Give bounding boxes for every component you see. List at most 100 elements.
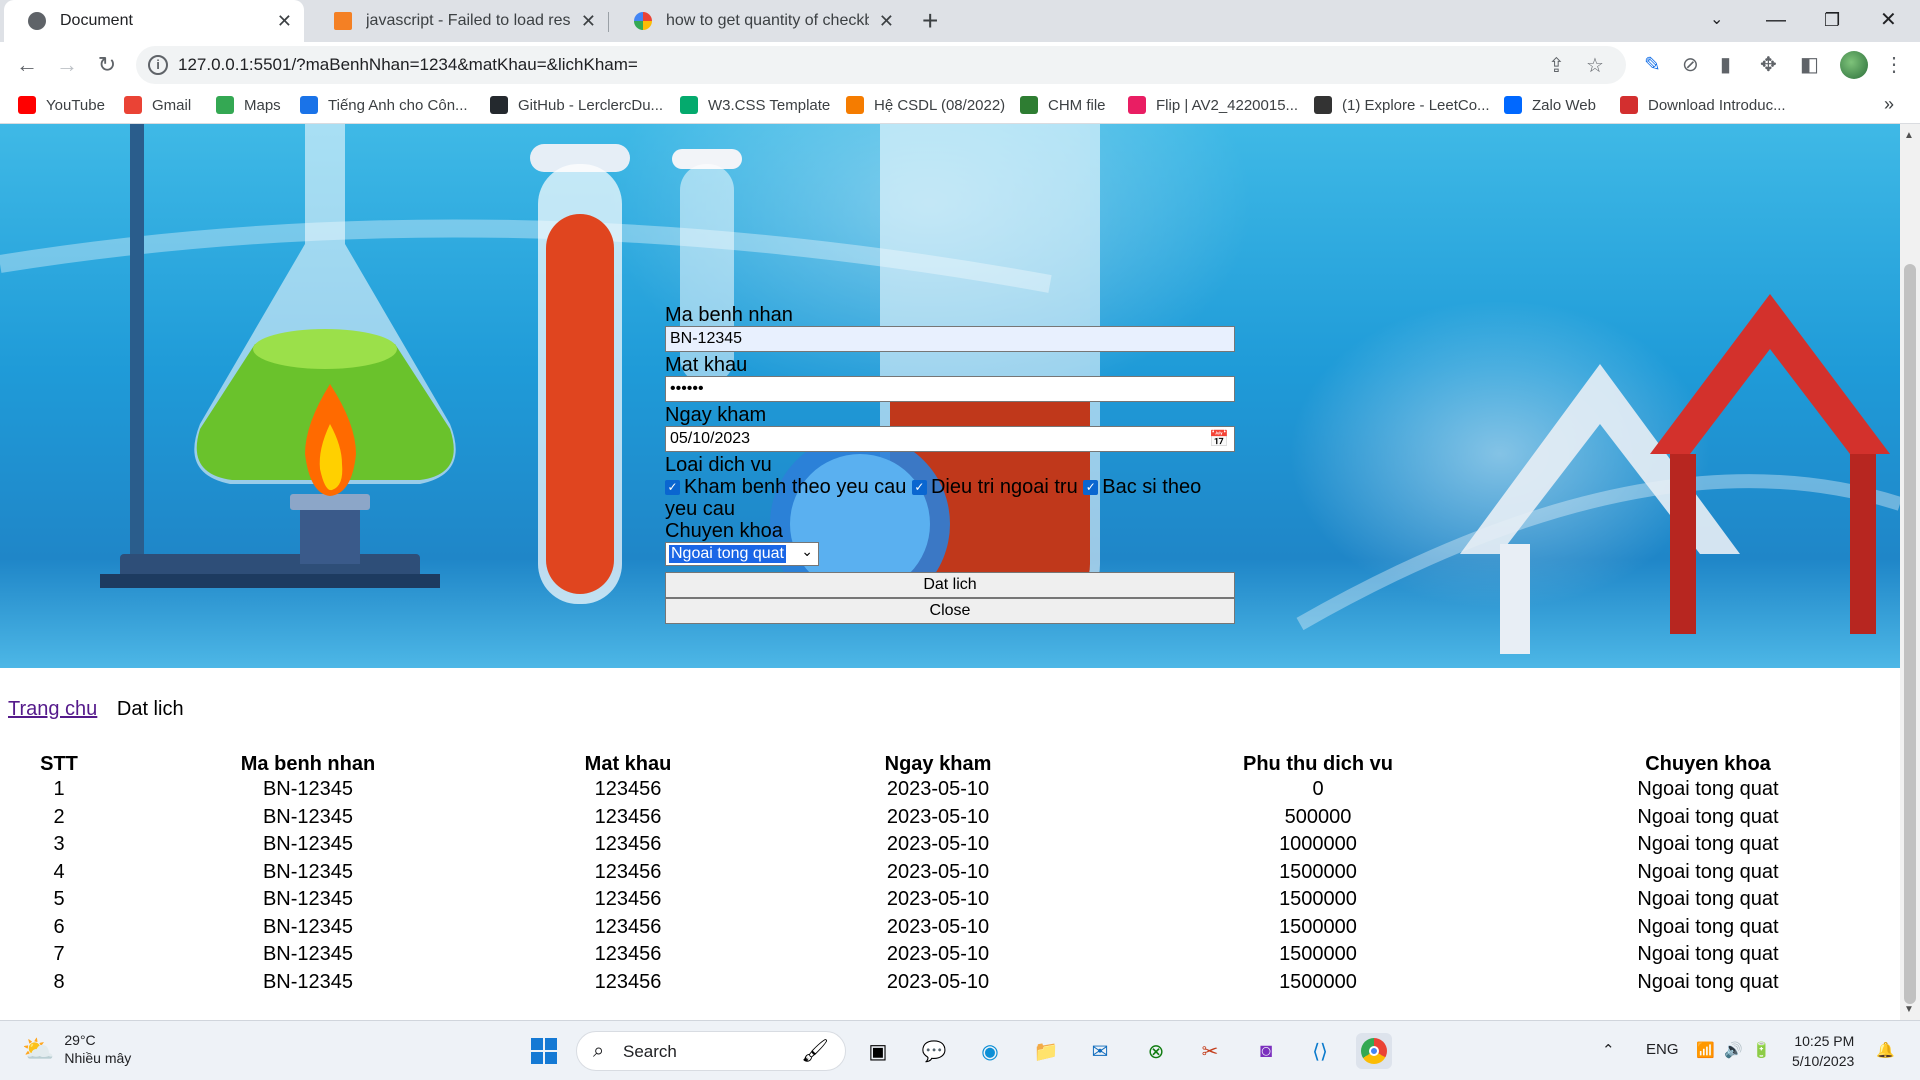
show-hidden-icons-chevron-icon[interactable]: ⌃ [1602,1041,1615,1059]
date-field[interactable]: 📅 [665,426,1235,452]
file-explorer-icon[interactable]: 📁 [1028,1033,1064,1069]
bookmark-item[interactable]: CHM file [1020,96,1106,114]
date-input[interactable] [665,426,1235,452]
column-header: STT [40,752,78,775]
bookmark-item[interactable]: W3.CSS Template [680,96,830,114]
site-info-icon[interactable]: i [148,55,168,75]
back-button[interactable]: ← [12,50,42,80]
calendar-icon[interactable]: 📅 [1209,429,1229,449]
tab-title: javascript - Failed to load resource [366,12,571,29]
bookmark-favicon-icon [300,96,318,114]
table-cell: BN-12345 [262,888,354,911]
bookmark-label: YouTube [46,96,105,114]
language-indicator[interactable]: ENG [1646,1041,1679,1058]
bookmark-item[interactable]: YouTube [18,96,105,114]
restore-button[interactable]: ❐ [1824,6,1840,34]
battery-icon[interactable]: 🔋 [1752,1041,1771,1059]
weather-widget[interactable]: ⛅ 29°C Nhiều mây [22,1031,131,1067]
service-checkbox-2[interactable]: ✓ [911,480,927,495]
task-view-icon[interactable]: ▣ [860,1033,896,1069]
extensions-puzzle-icon[interactable]: ✥ [1760,52,1777,77]
tab-document[interactable]: Document ✕ [4,0,304,42]
minimize-button[interactable]: — [1766,6,1786,34]
scroll-down-icon[interactable]: ▼ [1904,1004,1914,1015]
vscode-icon[interactable]: ⟨⟩ [1302,1033,1338,1069]
table-cell: 123456 [594,915,662,938]
close-window-button[interactable]: ✕ [1880,6,1897,34]
service-type-label: Loai dich vu [665,454,772,476]
bookmark-item[interactable]: Zalo Web [1504,96,1596,114]
password-input[interactable] [665,376,1235,402]
clock[interactable]: 10:25 PM 5/10/2023 [1792,1031,1854,1071]
close-tab-icon[interactable]: ✕ [581,11,596,32]
volume-icon[interactable]: 🔊 [1724,1041,1743,1059]
table-cell: 123456 [594,805,662,828]
extension-compass-icon[interactable]: ⊘ [1682,52,1699,77]
table-cell: BN-12345 [262,833,354,856]
tab-stackoverflow[interactable]: javascript - Failed to load resource ✕ [310,0,608,42]
bookmark-item[interactable]: GitHub - LerclercDu... [490,96,663,114]
extension-pen-icon[interactable]: ✎ [1644,52,1661,77]
notification-bell-icon[interactable]: 🔔 [1876,1041,1895,1059]
weather-desc: Nhiều mây [64,1050,132,1066]
forward-button[interactable]: → [52,50,82,80]
bookmark-favicon-icon [1020,96,1038,114]
scrollbar-thumb[interactable] [1904,264,1916,1004]
bookmarks-overflow-icon[interactable]: » [1884,94,1894,115]
side-panel-icon[interactable]: ◧ [1800,52,1819,77]
bookmark-item[interactable]: Flip | AV2_4220015... [1128,96,1298,114]
table-cell: BN-12345 [262,970,354,993]
tab-search-chevron-icon[interactable]: ⌄ [1710,6,1723,34]
table-cell: 2023-05-10 [886,860,990,883]
wifi-icon[interactable]: 📶 [1696,1041,1715,1059]
column-header: Mat khau [584,752,672,775]
table-row: 8 BN-12345 123456 2023-05-10 1500000 Ngoai to… [0,969,1898,997]
menu-kebab-icon[interactable]: ⋮ [1884,52,1904,77]
new-tab-button[interactable]: + [922,6,938,36]
extension-icon[interactable]: ▮ [1720,52,1731,77]
table-cell: 6 [53,915,65,938]
book-appointment-button[interactable]: Dat lich [665,572,1235,598]
bookmark-item[interactable]: Maps [216,96,281,114]
edge-icon[interactable]: ◉ [972,1033,1008,1069]
close-tab-icon[interactable]: ✕ [879,11,894,32]
bookmark-item[interactable]: Tiếng Anh cho Côn... [300,96,468,114]
clock-date: 5/10/2023 [1792,1053,1855,1069]
address-bar[interactable]: i 127.0.0.1:5501/?maBenhNhan=1234&matKha… [136,46,1626,84]
close-tab-icon[interactable]: ✕ [277,11,292,32]
snipping-tool-icon[interactable]: ✂ [1192,1033,1228,1069]
tab-google-search[interactable]: how to get quantity of checkbox ✕ [610,0,906,42]
share-icon[interactable]: ⇪ [1548,53,1565,78]
bookmark-star-icon[interactable]: ☆ [1586,53,1604,78]
service-checkbox-3[interactable]: ✓ [1083,480,1099,495]
service-checkbox-1[interactable]: ✓ [665,480,680,495]
specialty-select[interactable]: Ngoai tong quat ⌄ [665,542,819,566]
chrome-icon[interactable] [1356,1033,1392,1069]
bookmark-favicon-icon [1314,96,1332,114]
clock-time: 10:25 PM [1794,1033,1855,1049]
table-cell: 2023-05-10 [886,915,990,938]
url-text[interactable]: 127.0.0.1:5501/?maBenhNhan=1234&matKhau=… [178,55,638,75]
close-button[interactable]: Close [665,598,1235,624]
home-link[interactable]: Trang chu [8,698,97,720]
bookmark-item[interactable]: Gmail [124,96,191,114]
page-scrollbar[interactable]: ▲ ▼ [1900,124,1920,1020]
xbox-icon[interactable]: ⊗ [1138,1033,1174,1069]
table-cell: 123456 [594,943,662,966]
app-icon[interactable]: ◙ [1248,1033,1284,1069]
teams-chat-icon[interactable]: 💬 [916,1033,952,1069]
windows-start-icon[interactable] [526,1033,562,1069]
page-viewport: Ma benh nhan Mat khau Ngay kham 📅 Loai d… [0,124,1900,1020]
bookmark-item[interactable]: (1) Explore - LeetCo... [1314,96,1490,114]
patient-id-input[interactable] [665,326,1235,352]
table-row: 2 BN-12345 123456 2023-05-10 500000 Ngoai ton… [0,804,1898,832]
bookmark-label: Hệ CSDL (08/2022) [874,96,1006,114]
taskbar-search-box[interactable]: ⌕ Search 🖌 [576,1031,846,1071]
reload-button[interactable]: ↻ [92,50,122,80]
bookmark-item[interactable]: Download Introduc... [1620,96,1786,114]
profile-avatar[interactable] [1840,51,1868,79]
scroll-up-icon[interactable]: ▲ [1904,130,1914,141]
bookmark-item[interactable]: Hệ CSDL (08/2022) [846,96,1005,114]
browser-toolbar: ← → ↻ i 127.0.0.1:5501/?maBenhNhan=1234&… [0,42,1920,88]
mail-icon[interactable]: ✉ [1082,1033,1118,1069]
